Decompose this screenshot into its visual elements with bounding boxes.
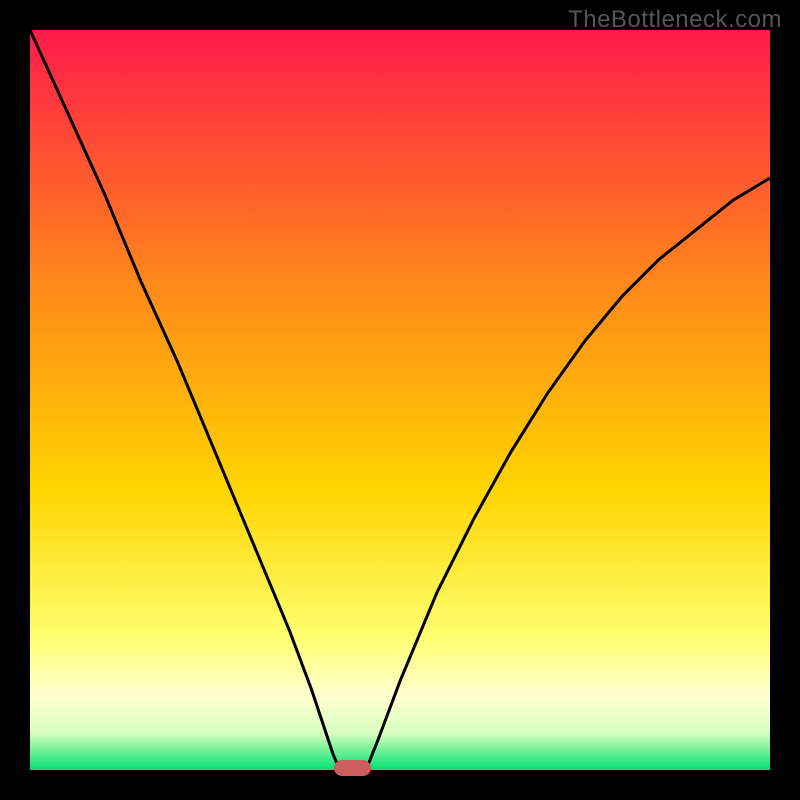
bottleneck-marker [334, 760, 371, 776]
chart-frame: TheBottleneck.com [0, 0, 800, 800]
watermark-text: TheBottleneck.com [568, 6, 782, 34]
plot-area [30, 30, 770, 770]
chart-svg [30, 30, 770, 770]
gradient-background [30, 30, 770, 770]
